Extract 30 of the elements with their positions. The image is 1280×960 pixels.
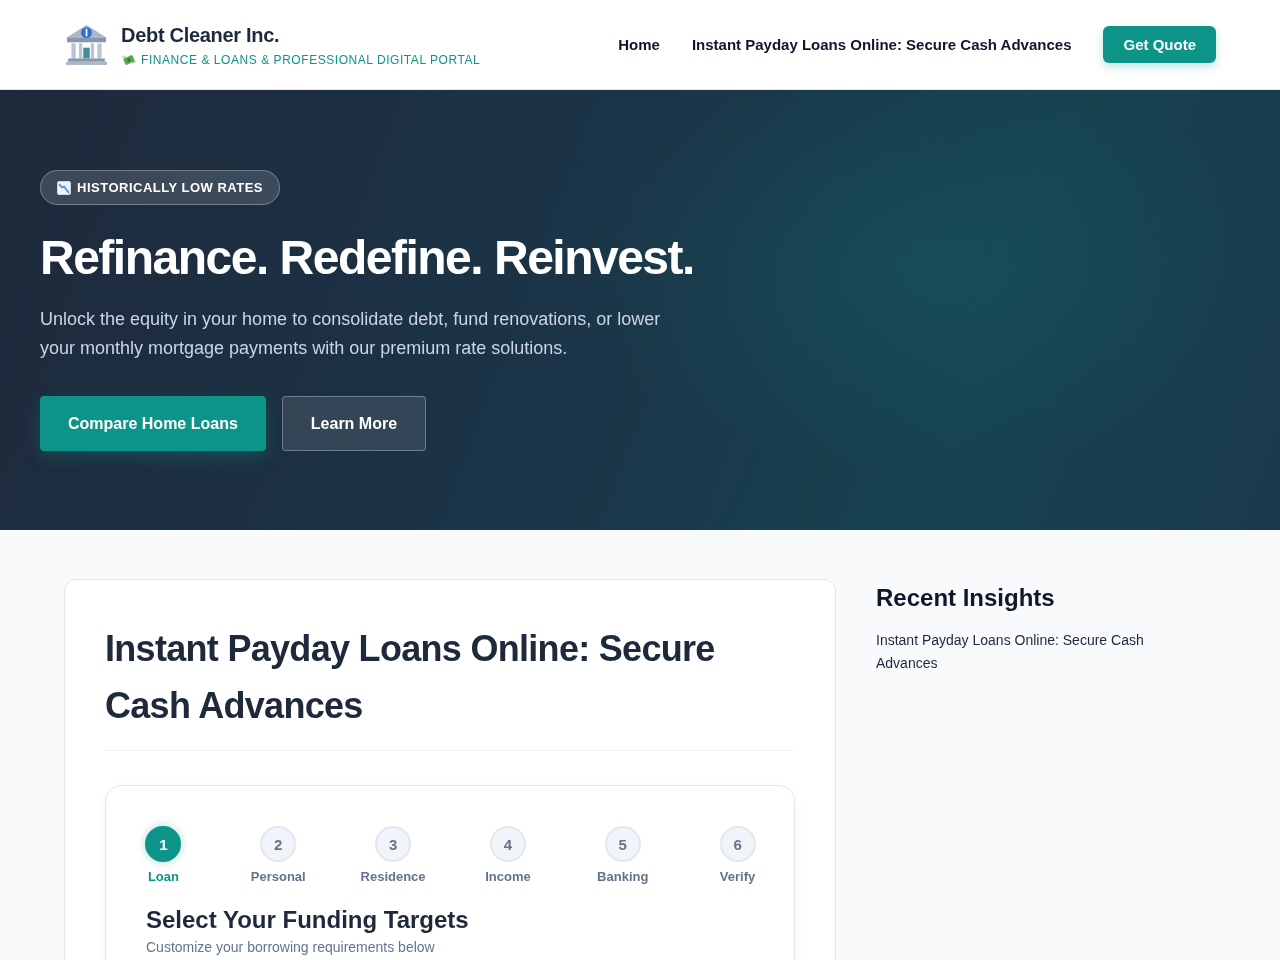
form-subtext: Customize your borrowing requirements below: [146, 939, 435, 956]
step-number: 3: [375, 826, 412, 862]
brand-name: Debt Cleaner Inc.: [121, 23, 280, 47]
badge-text: HISTORICALLY LOW RATES: [77, 180, 264, 195]
nav-link[interactable]: Home: [618, 36, 660, 53]
step-label: Verify: [719, 869, 756, 885]
step-number: 6: [719, 826, 756, 862]
step-label: Loan: [147, 869, 179, 885]
hero-description: Unlock the equity in your home to consolidate debt, fund renovations, or lower your monthly mortgage payments with our premium rate solutions.: [40, 308, 662, 360]
chart-decreasing-icon: [57, 180, 71, 195]
step-label: Personal: [250, 869, 306, 885]
bank-icon: [66, 24, 107, 65]
money-with-wings-icon: [121, 53, 137, 67]
step-label: Banking: [597, 869, 649, 885]
step-number: 5: [604, 826, 641, 862]
article-title: Instant Payday Loans Online: Secure Cash Advances: [105, 627, 716, 728]
step-label: Residence: [360, 869, 426, 885]
step-number: 4: [489, 826, 526, 862]
step-label: Income: [485, 869, 531, 885]
learn-more-button[interactable]: Learn More: [281, 396, 427, 451]
insight-link[interactable]: Instant Payday Loans Online: Secure Cash Advances: [876, 629, 1176, 675]
hero-headline: Refinance. Redefine. Reinvest.: [40, 230, 694, 286]
brand-tagline: FINANCE & LOANS & PROFESSIONAL DIGITAL PORTAL: [141, 52, 481, 68]
step-number: 1: [145, 826, 182, 862]
nav-link[interactable]: Instant Payday Loans Online: Secure Cash Advances: [691, 36, 1072, 53]
compare-loans-button[interactable]: Compare Home Loans: [40, 396, 266, 451]
step-number: 2: [260, 826, 297, 862]
form-heading: Select Your Funding Targets: [146, 905, 469, 935]
sidebar-heading: Recent Insights: [876, 583, 1055, 613]
get-quote-button[interactable]: Get Quote: [1103, 26, 1216, 63]
